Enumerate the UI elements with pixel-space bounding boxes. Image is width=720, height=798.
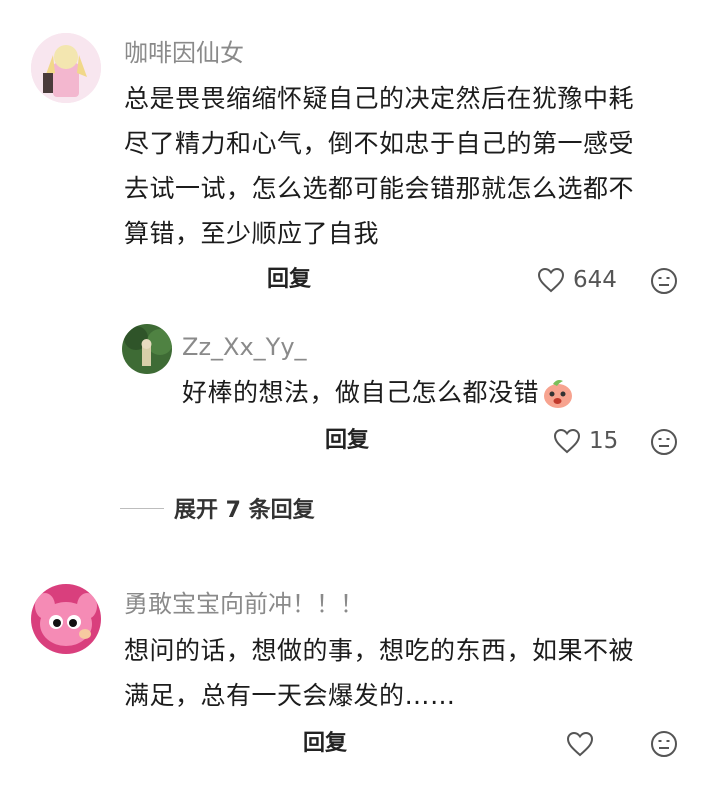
heart-outline-icon — [553, 428, 581, 454]
reply-button[interactable]: 回复 — [267, 265, 311, 295]
reply-button[interactable]: 回复 — [303, 729, 347, 759]
divider — [120, 507, 164, 509]
reply-text: 好棒的想法，做自己怎么都没错 — [182, 370, 575, 415]
emoji-face-icon[interactable] — [650, 730, 678, 758]
comment-text-line: 总是畏畏缩缩怀疑自己的决定然后在犹豫中耗 — [124, 84, 635, 113]
comment-text-line: 尽了精力和心气，倒不如忠于自己的第一感受 — [124, 129, 635, 158]
reply-text-content: 好棒的想法，做自己怎么都没错 — [182, 378, 540, 407]
emoji-face-icon[interactable] — [650, 428, 678, 456]
like-button[interactable]: 644 — [537, 265, 617, 295]
expand-replies-button[interactable]: 展开 7 条回复 — [120, 492, 315, 524]
username[interactable]: 勇敢宝宝向前冲！！！ — [124, 588, 364, 620]
heart-outline-icon[interactable] — [566, 731, 594, 757]
avatar[interactable] — [31, 584, 101, 654]
comment-text-line: 去试一试，怎么选都可能会错那就怎么选都不 — [124, 174, 635, 203]
username[interactable]: 咖啡因仙女 — [124, 37, 244, 69]
like-count: 15 — [589, 428, 619, 454]
comment-text-line: 算错，至少顺应了自我 — [124, 219, 380, 248]
username[interactable]: Zz_Xx_Yy_ — [182, 331, 307, 363]
emoji-face-icon[interactable] — [650, 267, 678, 295]
expand-replies-label: 展开 7 条回复 — [174, 498, 315, 523]
peach-emoji-icon — [544, 379, 573, 408]
avatar[interactable] — [31, 33, 101, 103]
reply-button[interactable]: 回复 — [325, 426, 369, 456]
like-count: 644 — [573, 267, 617, 293]
comment-text: 想问的话，想做的事，想吃的东西，如果不被 满足，总有一天会爆发的…… — [124, 628, 704, 718]
comment-text-line: 满足，总有一天会爆发的…… — [124, 681, 456, 710]
avatar[interactable] — [122, 324, 172, 374]
comment-text: 总是畏畏缩缩怀疑自己的决定然后在犹豫中耗 尽了精力和心气，倒不如忠于自己的第一感… — [124, 76, 704, 256]
comment-text-line: 想问的话，想做的事，想吃的东西，如果不被 — [124, 636, 635, 665]
like-button[interactable]: 15 — [553, 426, 618, 456]
heart-outline-icon — [537, 267, 565, 293]
